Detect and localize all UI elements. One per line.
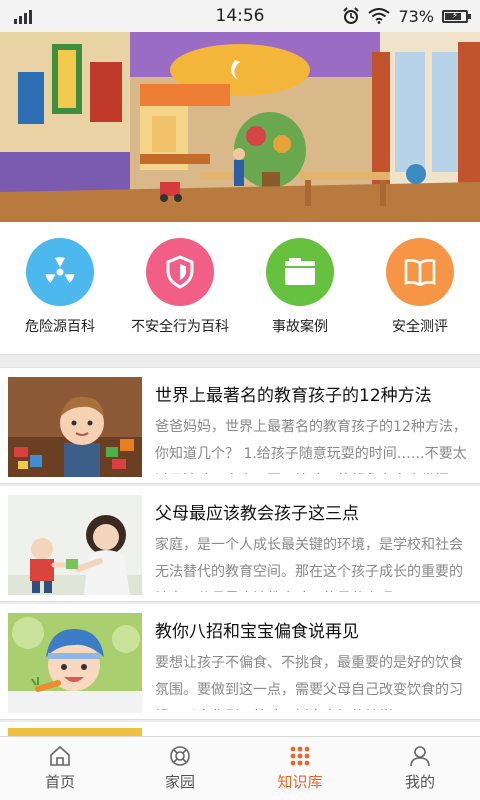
article-summary: 爸爸妈妈，世界上最著名的教育孩子的12种方法，你知道几个？ 1.给孩子随意玩耍的… xyxy=(155,419,467,474)
article-item-partial[interactable] xyxy=(0,722,480,736)
tab-label: 首页 xyxy=(44,773,75,791)
category-unsafe-behavior-circle xyxy=(146,238,214,306)
shield-icon xyxy=(166,255,194,289)
article-title: 父母最应该教会孩子这三点 xyxy=(155,504,359,524)
tab-garden[interactable]: 家园 xyxy=(120,737,240,800)
category-unsafe-behavior[interactable]: 不安全行为百科 xyxy=(120,238,240,354)
article-thumbnail xyxy=(8,613,142,713)
article-title: 教你八招和宝宝偏食说再见 xyxy=(155,622,359,642)
category-accident-cases-circle xyxy=(266,238,334,306)
article-item[interactable]: 世界上最著名的教育孩子的12种方法 爸爸妈妈，世界上最著名的教育孩子的12种方法… xyxy=(0,368,480,484)
category-label: 事故案例 xyxy=(272,319,328,335)
category-accident-cases[interactable]: 事故案例 xyxy=(240,238,360,354)
article-title: 世界上最著名的教育孩子的12种方法 xyxy=(155,386,432,406)
alarm-icon xyxy=(343,7,360,24)
tab-label: 知识库 xyxy=(277,773,323,791)
article-item[interactable]: 父母最应该教会孩子这三点 家庭，是一个人成长最关键的环境，是学校和社会无法替代的… xyxy=(0,486,480,602)
tab-home[interactable]: 首页 xyxy=(0,737,120,800)
screen: 14:56 73% ⚡ 危险源百科 不安全行为百科 事故案例 安全测评 世界上最… xyxy=(0,0,480,800)
category-label: 危险源百科 xyxy=(25,319,95,335)
folder-icon xyxy=(285,258,315,285)
book-icon xyxy=(404,259,436,286)
category-shortcuts: 危险源百科 不安全行为百科 事故案例 安全测评 xyxy=(0,222,480,354)
status-bar: 14:56 73% ⚡ xyxy=(0,0,480,32)
home-icon xyxy=(50,745,70,766)
article-thumbnail xyxy=(8,495,142,595)
article-list[interactable]: 世界上最著名的教育孩子的12种方法 爸爸妈妈，世界上最著名的教育孩子的12种方法… xyxy=(0,368,480,736)
grid-icon xyxy=(290,746,310,766)
person-icon xyxy=(410,746,430,767)
category-label: 安全测评 xyxy=(392,319,448,335)
status-icons: 73% ⚡ xyxy=(342,6,471,26)
tab-mine[interactable]: 我的 xyxy=(360,737,480,800)
article-thumbnail xyxy=(8,377,142,477)
tab-label: 我的 xyxy=(404,773,435,791)
tab-knowledge[interactable]: 知识库 xyxy=(240,737,360,800)
section-divider xyxy=(0,354,480,368)
tab-label: 家园 xyxy=(164,773,195,791)
hazard-icon xyxy=(45,257,75,283)
bottom-tab-bar: 首页 家园 知识库 我的 xyxy=(0,736,480,800)
category-label: 不安全行为百科 xyxy=(131,319,229,335)
category-safety-assessment[interactable]: 安全测评 xyxy=(360,238,480,354)
wifi-icon xyxy=(368,8,391,24)
article-summary: 要想让孩子不偏食、不挑食，最重要的是好的饮食氛围。要做到这一点，需要父母自己改变… xyxy=(155,655,463,710)
banner-image[interactable] xyxy=(0,32,480,222)
category-hazard[interactable]: 危险源百科 xyxy=(0,238,120,354)
article-summary: 家庭，是一个人成长最关键的环境，是学校和社会无法替代的教育空间。那在这个孩子成长… xyxy=(155,537,463,592)
battery-percent: 73% xyxy=(398,6,434,26)
category-hazard-circle xyxy=(26,238,94,306)
battery-icon: ⚡ xyxy=(442,9,471,23)
lifebuoy-icon xyxy=(170,746,190,766)
article-item[interactable]: 教你八招和宝宝偏食说再见 要想让孩子不偏食、不挑食，最重要的是好的饮食氛围。要做… xyxy=(0,604,480,720)
category-safety-assessment-circle xyxy=(386,238,454,306)
